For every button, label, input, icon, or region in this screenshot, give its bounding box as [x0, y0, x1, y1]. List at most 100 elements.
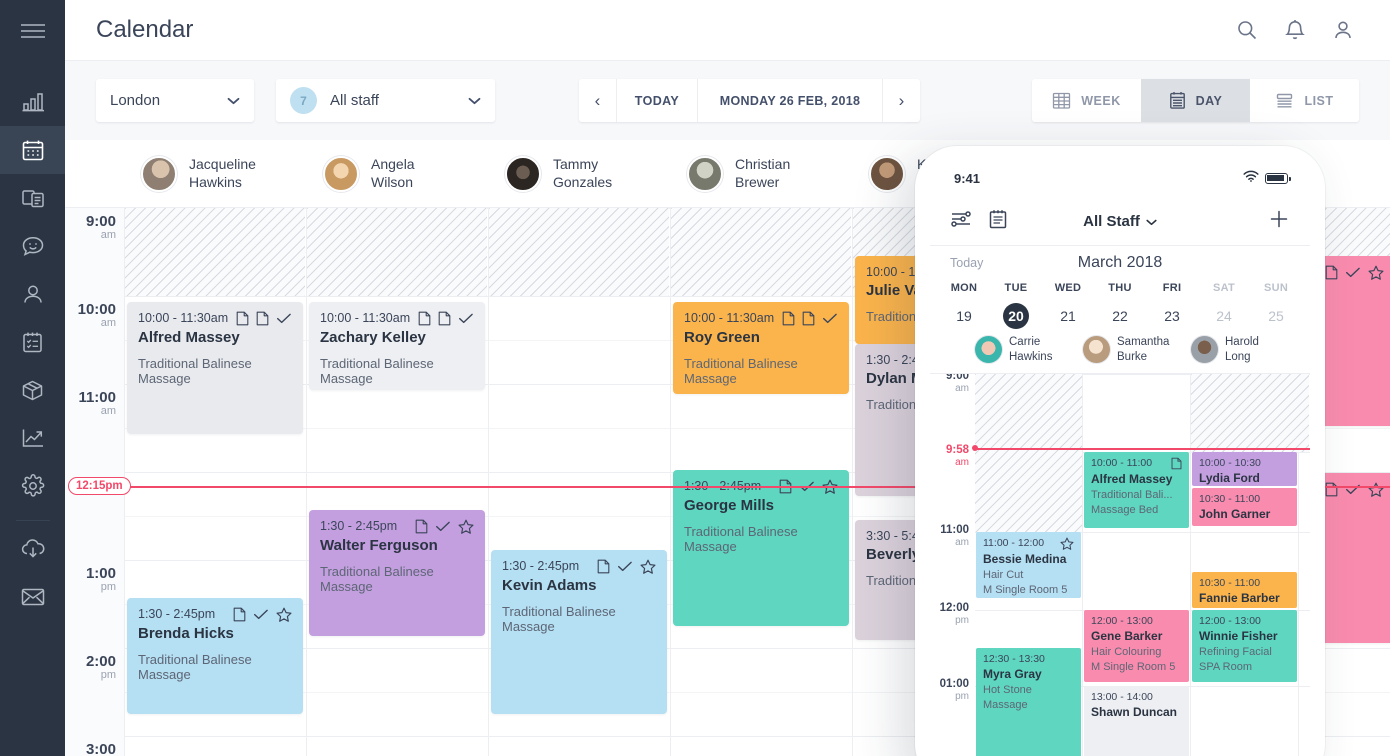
prev-day-button[interactable]: ‹	[579, 79, 616, 122]
document-icon[interactable]	[415, 519, 428, 534]
check-icon[interactable]	[458, 313, 474, 324]
sidebar-item-settings[interactable]	[0, 462, 65, 510]
mobile-appointment-client: Shawn Duncan	[1091, 705, 1178, 719]
view-day-button[interactable]: DAY	[1141, 79, 1250, 122]
mobile-day-cell[interactable]: MON 19	[938, 282, 990, 329]
sidebar-item-messages[interactable]	[0, 222, 65, 270]
sidebar-item-calendar[interactable]	[0, 126, 65, 174]
status-time: 9:41	[954, 170, 981, 186]
mobile-appointment-card[interactable]: 11:00 - 12:00 Bessie Medina Hair Cut M Sing…	[976, 532, 1081, 598]
appointment-card[interactable]: 1:30 - 2:45pm Kevin Adams Traditional Bali…	[491, 550, 667, 714]
appointment-card[interactable]: 1:30 - 2:45pm Brenda Hicks Traditional Bal…	[127, 598, 303, 714]
view-list-button[interactable]: LIST	[1250, 79, 1359, 122]
appointment-card[interactable]: 1:30 - 2:45pm George Mills Traditional Bal…	[673, 470, 849, 626]
search-icon[interactable]	[1234, 17, 1260, 43]
staff-filter-select[interactable]: 7 All staff	[276, 79, 495, 122]
document-icon[interactable]	[418, 311, 431, 326]
document-icon[interactable]	[236, 311, 249, 326]
sidebar-item-reports[interactable]	[0, 414, 65, 462]
view-week-button[interactable]: WEEK	[1032, 79, 1141, 122]
document-icon[interactable]	[597, 559, 610, 574]
mobile-day-cell[interactable]: TUE 20	[990, 282, 1042, 329]
time-meridiem: pm	[100, 669, 116, 681]
mobile-staff-cell[interactable]: Harold Long	[1191, 326, 1299, 373]
mobile-staff-cell[interactable]: Samantha Burke	[1083, 326, 1191, 373]
document-icon[interactable]	[1325, 482, 1338, 497]
appointment-client: Brenda Hicks	[138, 625, 234, 642]
next-day-button[interactable]: ›	[883, 79, 920, 122]
mobile-staff-selector[interactable]: All Staff	[930, 213, 1310, 230]
time-label: 9:00 am	[86, 214, 116, 242]
appointment-card[interactable]: 10:00 - 11:30am Zachary Kelley Traditional…	[309, 302, 485, 390]
time-hour: 2:00	[85, 653, 116, 670]
mobile-day-cell[interactable]: SUN 25	[1250, 282, 1302, 329]
check-icon[interactable]	[435, 521, 451, 532]
sidebar-item-cards[interactable]	[0, 174, 65, 222]
box-icon	[20, 379, 45, 402]
check-icon[interactable]	[1345, 267, 1361, 278]
staff-header-cell[interactable]: Tammy Gonzales	[489, 140, 671, 207]
mobile-appointment-card[interactable]: 10:30 - 11:00 John Garner	[1192, 488, 1297, 526]
sidebar-item-clients[interactable]	[0, 270, 65, 318]
current-date-label[interactable]: MONDAY 26 FEB, 2018	[698, 79, 882, 122]
star-icon[interactable]	[1368, 482, 1384, 497]
staff-header-cell[interactable]: Christian Brewer	[671, 140, 853, 207]
star-icon[interactable]	[1368, 265, 1384, 280]
document-icon[interactable]	[802, 311, 815, 326]
check-icon[interactable]	[822, 313, 838, 324]
today-button[interactable]: TODAY	[617, 79, 697, 122]
mobile-day-columns[interactable]: 10:00 - 11:00 Alfred Massey Traditional Ba…	[975, 374, 1310, 756]
appointment-service: Traditional Balinese Massage	[138, 652, 252, 682]
sidebar-item-dashboard[interactable]	[0, 78, 65, 126]
star-icon[interactable]	[458, 519, 474, 534]
mobile-day-cell[interactable]: SAT 24	[1198, 282, 1250, 329]
document-icon[interactable]	[256, 311, 269, 326]
check-icon[interactable]	[276, 313, 292, 324]
mobile-time-hour: 12:00	[939, 602, 969, 614]
staff-header-cell[interactable]: Jacqueline Hawkins	[125, 140, 307, 207]
bell-icon[interactable]	[1282, 17, 1308, 43]
check-icon[interactable]	[253, 609, 269, 620]
time-label: 1:00 pm	[86, 566, 116, 594]
document-icon[interactable]	[233, 607, 246, 622]
sidebar-item-mail[interactable]	[0, 573, 65, 621]
location-select[interactable]: London	[96, 79, 254, 122]
mobile-time-label: 12:00 pm	[940, 602, 969, 627]
appointment-icons	[1325, 265, 1384, 280]
document-icon[interactable]	[782, 311, 795, 326]
hamburger-menu-button[interactable]	[0, 0, 65, 62]
check-icon[interactable]	[617, 561, 633, 572]
mobile-calendar-grid[interactable]: 9:00 am 9:58 am 11:00 am 12:00 pm 01:00 pm 10:00 …	[930, 374, 1310, 756]
mobile-appointment-card[interactable]: 10:00 - 11:00 Alfred Massey Traditional Ba…	[1084, 452, 1189, 528]
document-icon[interactable]	[438, 311, 451, 326]
date-navigator: ‹ TODAY MONDAY 26 FEB, 2018 ›	[579, 79, 920, 122]
mobile-appointment-card[interactable]: 10:00 - 10:30 Lydia Ford	[1192, 452, 1297, 486]
appointment-card[interactable]: 1:30 - 2:45pm Walter Ferguson Traditional …	[309, 510, 485, 636]
sidebar-item-downloads[interactable]	[0, 525, 65, 573]
mobile-day-cell[interactable]: THU 22	[1094, 282, 1146, 329]
document-icon[interactable]	[1325, 265, 1338, 280]
mobile-appointment-card[interactable]: 13:00 - 14:00 Shawn Duncan	[1084, 686, 1189, 756]
trending-up-icon	[21, 427, 45, 449]
grid-icon	[1052, 91, 1071, 110]
star-icon[interactable]	[276, 607, 292, 622]
mobile-day-cell[interactable]: FRI 23	[1146, 282, 1198, 329]
mobile-appointment-card[interactable]: 12:30 - 13:30 Myra Gray Hot Stone Massage	[976, 648, 1081, 756]
appointment-card[interactable]: 10:00 - 11:30am Roy Green Traditional Bali…	[673, 302, 849, 394]
user-icon[interactable]	[1330, 17, 1356, 43]
mobile-appointment-card[interactable]: 10:30 - 11:00 Fannie Barber	[1192, 572, 1297, 608]
sidebar-item-tasks[interactable]	[0, 318, 65, 366]
star-icon[interactable]	[640, 559, 656, 574]
staff-header-cell[interactable]: Angela Wilson	[307, 140, 489, 207]
mobile-appointment-client: John Garner	[1199, 507, 1271, 521]
mobile-appointment-card[interactable]: 12:00 - 13:00 Gene Barker Hair Colouring M …	[1084, 610, 1189, 682]
mobile-day-cell[interactable]: WED 21	[1042, 282, 1094, 329]
mobile-day-name: WED	[1054, 282, 1082, 294]
appointment-service: Traditional Balinese Massage	[320, 564, 434, 594]
mobile-staff-cell[interactable]: Carrie Hawkins	[975, 326, 1083, 373]
sidebar-item-products[interactable]	[0, 366, 65, 414]
document-icon[interactable]	[1171, 457, 1182, 470]
appointment-card[interactable]: 10:00 - 11:30am Alfred Massey Traditional …	[127, 302, 303, 434]
mobile-appointment-card[interactable]: 12:00 - 13:00 Winnie Fisher Refining Facia…	[1192, 610, 1297, 682]
star-icon[interactable]	[1060, 537, 1074, 550]
